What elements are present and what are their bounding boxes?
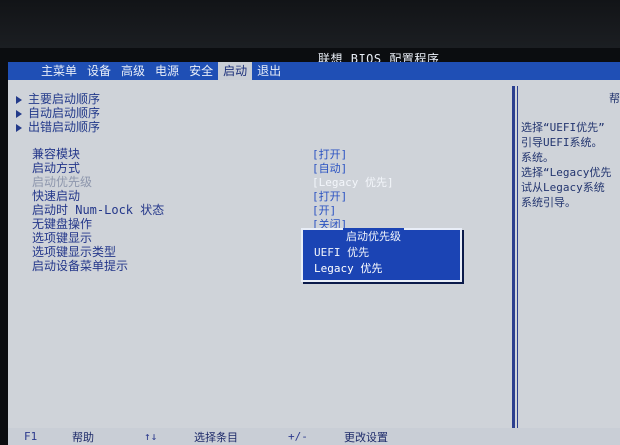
help-title: 帮 bbox=[609, 92, 620, 105]
bios-panel: 主要启动顺序 自动启动顺序 出错启动顺序 兼容模块 [打开] 启动方式 [自动]… bbox=[8, 80, 620, 428]
menu-exit[interactable]: 退出 bbox=[252, 62, 286, 80]
menu-power[interactable]: 电源 bbox=[150, 62, 184, 80]
help-line: 系统引导。 bbox=[521, 196, 576, 209]
menu-security[interactable]: 安全 bbox=[184, 62, 218, 80]
menu-advanced[interactable]: 高级 bbox=[116, 62, 150, 80]
monitor-bezel bbox=[0, 0, 620, 48]
help-text: 选择“UEFI优先” 引导UEFI系统。 系统。 选择“Legacy优先 试从L… bbox=[521, 120, 611, 210]
footer-key-plus-minus: +/- bbox=[288, 430, 308, 443]
popup-option-legacy[interactable]: Legacy 优先 bbox=[314, 260, 382, 276]
triangle-right-icon bbox=[16, 109, 22, 118]
help-panel: 帮 选择“UEFI优先” 引导UEFI系统。 系统。 选择“Legacy优先 试… bbox=[519, 80, 620, 428]
help-line: 引导UEFI系统。 bbox=[521, 136, 603, 149]
help-line: 系统。 bbox=[521, 151, 554, 164]
footer-key-f1: F1 bbox=[24, 430, 38, 443]
help-line: 选择“UEFI优先” bbox=[521, 121, 605, 134]
triangle-right-icon bbox=[16, 95, 22, 104]
panel-divider-inner bbox=[517, 86, 518, 428]
settings-area: 主要启动顺序 自动启动顺序 出错启动顺序 兼容模块 [打开] 启动方式 [自动]… bbox=[8, 80, 512, 428]
panel-divider bbox=[512, 86, 515, 428]
help-line: 试从Legacy系统 bbox=[521, 181, 605, 194]
footer-keybar: F1 帮助 ↑↓ 选择条目 +/- 更改设置 bbox=[8, 428, 620, 445]
footer-desc-change-setting: 更改设置 bbox=[344, 430, 388, 444]
footer-desc-select-item: 选择条目 bbox=[194, 430, 238, 444]
menu-bar: 主菜单 设备 高级 电源 安全 启动 退出 bbox=[8, 62, 620, 80]
footer-key-arrows: ↑↓ bbox=[144, 430, 158, 443]
submenu-error-boot-sequence[interactable]: 出错启动顺序 bbox=[16, 118, 100, 135]
help-line: 选择“Legacy优先 bbox=[521, 166, 612, 179]
menu-startup[interactable]: 启动 bbox=[218, 62, 253, 80]
menu-main[interactable]: 主菜单 bbox=[36, 62, 82, 80]
menu-devices[interactable]: 设备 bbox=[82, 62, 116, 80]
footer-desc-help: 帮助 bbox=[72, 430, 94, 444]
popup-title: 启动优先级 bbox=[343, 228, 404, 244]
option-boot-menu-prompt-label[interactable]: 启动设备菜单提示 bbox=[32, 257, 128, 274]
popup-option-uefi[interactable]: UEFI 优先 bbox=[314, 244, 369, 260]
boot-priority-popup: 启动优先级 UEFI 优先 Legacy 优先 bbox=[301, 228, 462, 282]
triangle-right-icon bbox=[16, 123, 22, 132]
